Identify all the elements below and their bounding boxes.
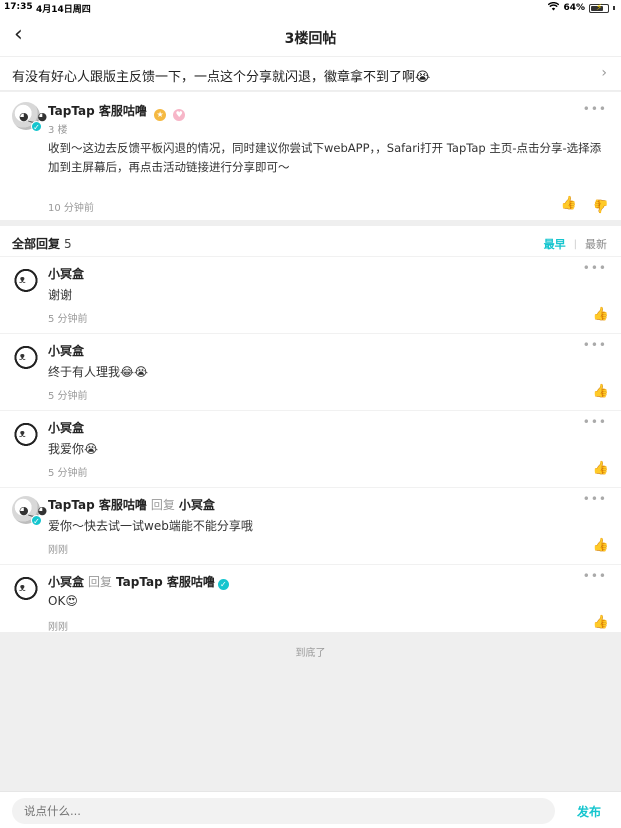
reply-item: ᴥ 小冥盒 我爱你😭 5 分钟前 ••• 👍 [0,410,621,487]
end-of-list: 到底了 [295,648,326,659]
topic-link[interactable]: 有没有好心人跟版主反馈一下，一点这个分享就闪退，徽章拿不到了啊😭 › [0,57,621,91]
reply-item: ◕‿◕ ✓ TapTap 客服咕噜 回复 小冥盒 爱你～快去试一试web端能不能分享… [0,487,621,564]
more-icon[interactable]: ••• [583,569,607,583]
post-time: 10 分钟前 [48,203,94,214]
main-post: ◕‿◕ ✓ TapTap 客服咕噜 ★ ♥ 3 楼 ••• 收到～这边去反馈平板… [0,92,621,220]
comment-input[interactable] [12,798,555,824]
more-icon[interactable]: ••• [583,338,607,352]
reply-content: 爱你～快去试一试web端能不能分享哦 [48,519,253,533]
author-name: TapTap 客服咕噜 [48,104,147,118]
avatar[interactable]: ᴥ [12,265,40,293]
reply-content: 终于有人理我😂😭 [48,365,149,379]
verified-icon: ✓ [31,515,42,526]
badge-icon: ★ [154,109,167,121]
avatar[interactable]: ◕‿◕ ✓ [12,496,47,526]
reply-word: 回复 [150,498,175,512]
battery-nub [613,6,615,10]
more-icon[interactable]: ••• [583,261,607,275]
wifi-icon [548,1,560,14]
floor-label: 3 楼 [48,125,68,136]
replies-title: 全部回复 5 [12,235,72,252]
status-right: 64% ⚡ [548,1,615,14]
thumbs-down-icon[interactable]: 👍 [593,198,609,213]
status-bar: 17:35 4月14日周四 64% ⚡ [0,0,621,16]
reply-target[interactable]: 小冥盒 [179,498,215,512]
sort-earliest[interactable]: 最早 [544,236,566,252]
thumbs-up-icon[interactable]: 👍 [593,538,609,553]
sort-options: 最早 | 最新 [544,236,607,252]
reply-item: ᴥ 小冥盒 终于有人理我😂😭 5 分钟前 ••• 👍 [0,333,621,410]
avatar[interactable]: ◕‿◕ ✓ [12,102,47,132]
reply-item: ᴥ 小冥盒 谢谢 5 分钟前 ••• 👍 [0,256,621,333]
reply-author[interactable]: 小冥盒 [48,342,84,359]
more-icon[interactable]: ••• [583,492,607,506]
verified-icon: ✓ [217,579,229,590]
topic-text: 有没有好心人跟版主反馈一下，一点这个分享就闪退，徽章拿不到了啊😭 [12,70,431,85]
reply-author[interactable]: TapTap 客服咕噜 回复 小冥盒 [48,496,215,513]
badge-icon: ♥ [173,109,186,121]
reply-time: 5 分钟前 [48,468,88,479]
sort-latest[interactable]: 最新 [585,236,607,252]
battery-percent: 64% [563,3,585,13]
author-name: 小冥盒 [48,267,85,281]
sort-divider: | [573,238,577,250]
author-name: 小冥盒 [48,421,85,435]
replies-header: 全部回复 5 最早 | 最新 [0,226,621,258]
avatar[interactable]: ᴥ [12,573,40,601]
battery-icon: ⚡ [589,3,609,13]
more-icon[interactable]: ••• [583,102,607,116]
reply-time: 5 分钟前 [48,391,88,402]
author-name: 小冥盒 [48,575,85,589]
replies-count: 5 [64,237,72,251]
bottom-bar: 发布 [0,791,621,828]
nav-bar: ‹ 3楼回帖 [0,16,621,56]
avatar[interactable]: ᴥ [12,342,40,370]
reply-word: 回复 [88,575,113,589]
reply-time: 刚刚 [48,622,68,633]
reply-target[interactable]: TapTap 客服咕噜 [116,575,215,589]
reply-content: 我爱你😭 [48,442,99,456]
thumbs-up-icon[interactable]: 👍 [561,196,577,211]
post-author[interactable]: TapTap 客服咕噜 ★ ♥ [48,102,186,121]
page-title: 3楼回帖 [284,31,337,47]
reply-author[interactable]: 小冥盒 [48,265,84,282]
author-name: TapTap 客服咕噜 [48,498,147,512]
thumbs-up-icon[interactable]: 👍 [593,384,609,399]
reply-author[interactable]: 小冥盒 [48,419,84,436]
verified-icon: ✓ [31,121,42,132]
thumbs-up-icon[interactable]: 👍 [593,461,609,476]
replies-section: 全部回复 5 最早 | 最新 ᴥ 小冥盒 谢谢 5 分钟前 ••• 👍 ᴥ 小冥盒… [0,226,621,633]
publish-button[interactable]: 发布 [577,803,601,820]
reply-author[interactable]: 小冥盒 回复 TapTap 客服咕噜 ✓ [48,573,229,590]
thumbs-up-icon[interactable]: 👍 [593,615,609,630]
thumbs-up-icon[interactable]: 👍 [593,307,609,322]
status-time: 17:35 [4,2,33,12]
replies-label: 全部回复 [12,237,61,251]
chevron-right-icon: › [601,65,607,81]
reply-content: OK😍 [48,594,78,608]
reply-time: 5 分钟前 [48,314,88,325]
more-icon[interactable]: ••• [583,415,607,429]
status-date: 4月14日周四 [36,5,91,15]
author-name: 小冥盒 [48,344,85,358]
reply-time: 刚刚 [48,545,68,556]
reply-item: ᴥ 小冥盒 回复 TapTap 客服咕噜 ✓ OK😍 刚刚 ••• 👍 [0,564,621,641]
post-content: 收到～这边去反馈平板闪退的情况，同时建议你尝试下webAPP，，Safari打开… [48,141,602,174]
reply-content: 谢谢 [48,288,73,302]
avatar[interactable]: ᴥ [12,419,40,447]
